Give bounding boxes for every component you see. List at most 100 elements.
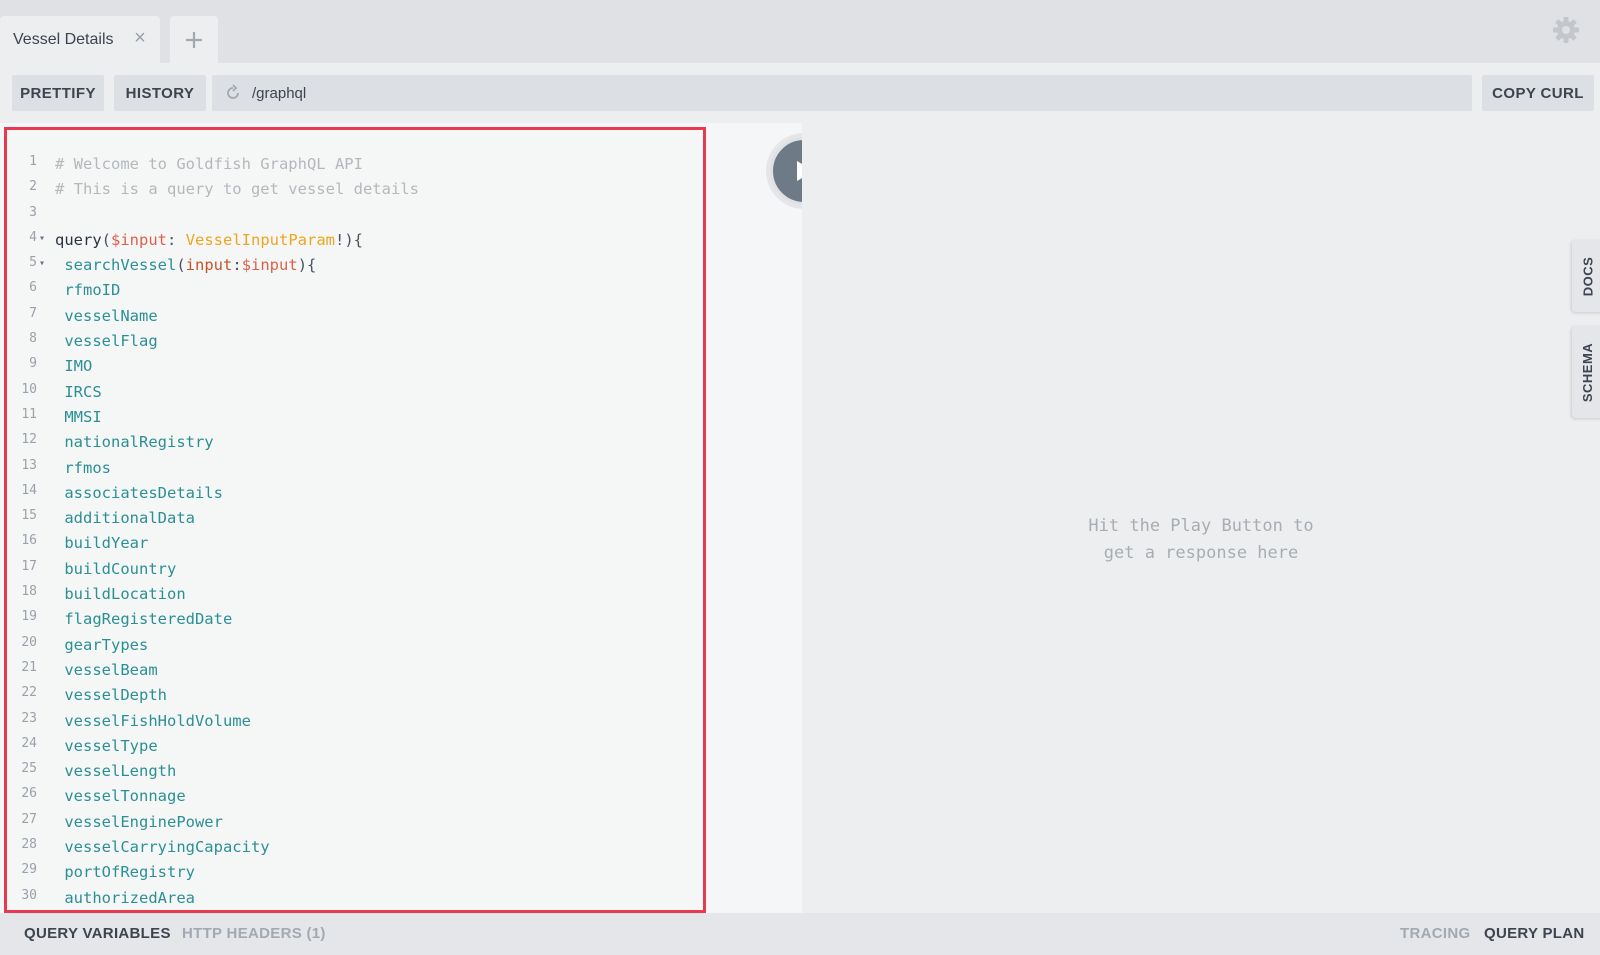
tab-title: Vessel Details [13, 30, 114, 48]
tracing-tab[interactable]: TRACING [1400, 925, 1470, 942]
line-number: 14 [21, 482, 37, 498]
line-number: 23 [21, 710, 37, 726]
code-line[interactable]: 16 buildYear [7, 531, 707, 556]
code-text: vesselLength [55, 762, 177, 781]
highlight-box: 1 # Welcome to Goldfish GraphQL API 2 # Thi… [4, 127, 706, 913]
line-number: 11 [21, 406, 37, 422]
settings-button[interactable] [1550, 14, 1582, 46]
line-number: 6 [29, 280, 37, 296]
code-line[interactable]: 10 IRCS [7, 380, 707, 405]
code-text: associatesDetails [55, 483, 223, 502]
line-number: 3 [29, 204, 37, 220]
line-number: 27 [21, 811, 37, 827]
query-plan-tab[interactable]: QUERY PLAN [1484, 925, 1585, 942]
query-variables-tab[interactable]: QUERY VARIABLES [24, 925, 171, 942]
code-text: query($input: VesselInputParam!){ [55, 230, 363, 249]
code-line[interactable]: 29 portOfRegistry [7, 860, 707, 885]
schema-tab[interactable]: SCHEMA [1572, 326, 1600, 418]
code-text: gearTypes [55, 635, 149, 654]
line-number: 8 [29, 331, 37, 347]
code-line[interactable]: 18 buildLocation [7, 582, 707, 607]
code-line[interactable]: 22 vesselDepth [7, 683, 707, 708]
code-text: buildYear [55, 534, 149, 553]
line-number: 29 [21, 862, 37, 878]
code-line[interactable]: 24 vesselType [7, 734, 707, 759]
query-editor-pane: 1 # Welcome to Goldfish GraphQL API 2 # Thi… [0, 123, 802, 913]
code-text: authorizedArea [55, 888, 195, 907]
docs-tab[interactable]: DOCS [1572, 240, 1600, 312]
code-text: vesselDepth [55, 686, 167, 705]
code-line[interactable]: 2 # This is a query to get vessel details [7, 177, 707, 202]
code-line[interactable]: 30 authorizedArea [7, 886, 707, 911]
code-line[interactable]: 25 vesselLength [7, 759, 707, 784]
line-number: 21 [21, 659, 37, 675]
http-headers-tab[interactable]: HTTP HEADERS (1) [182, 925, 326, 942]
line-number: 28 [21, 837, 37, 853]
code-line[interactable]: 27 vesselEnginePower [7, 810, 707, 835]
fold-arrow-icon[interactable]: ▾ [39, 251, 45, 276]
response-hint-line-1: Hit the Play Button to [1088, 516, 1314, 536]
code-line[interactable]: 4 ▾ query($input: VesselInputParam!){ [7, 228, 707, 253]
code-text: buildCountry [55, 559, 177, 578]
query-editor[interactable]: 1 # Welcome to Goldfish GraphQL API 2 # Thi… [7, 152, 707, 911]
code-text: nationalRegistry [55, 433, 214, 452]
code-text: vesselType [55, 736, 158, 755]
code-text: portOfRegistry [55, 863, 195, 882]
code-line[interactable]: 23 vesselFishHoldVolume [7, 709, 707, 734]
tab-vessel-details[interactable]: Vessel Details × [0, 16, 160, 63]
line-number: 17 [21, 558, 37, 574]
response-pane: Hit the Play Button to get a response he… [802, 123, 1600, 913]
endpoint-url: /graphql [252, 84, 307, 102]
bottom-bar: QUERY VARIABLES HTTP HEADERS (1) TRACING… [0, 913, 1600, 955]
code-line[interactable]: 15 additionalData [7, 506, 707, 531]
line-number: 13 [21, 457, 37, 473]
history-button[interactable]: HISTORY [114, 75, 206, 111]
line-number: 18 [21, 584, 37, 600]
code-line[interactable]: 14 associatesDetails [7, 481, 707, 506]
code-line[interactable]: 11 MMSI [7, 405, 707, 430]
code-line[interactable]: 8 vesselFlag [7, 329, 707, 354]
line-number: 4 [29, 229, 37, 245]
code-text: flagRegisteredDate [55, 610, 233, 629]
code-line[interactable]: 12 nationalRegistry [7, 430, 707, 455]
code-line[interactable]: 21 vesselBeam [7, 658, 707, 683]
line-number: 20 [21, 634, 37, 650]
code-line[interactable]: 3 [7, 203, 707, 228]
line-number: 22 [21, 685, 37, 701]
code-line[interactable]: 28 vesselCarryingCapacity [7, 835, 707, 860]
code-line[interactable]: 17 buildCountry [7, 557, 707, 582]
code-text: additionalData [55, 509, 195, 528]
code-line[interactable]: 6 rfmoID [7, 278, 707, 303]
reload-icon[interactable] [224, 84, 242, 102]
code-text: # This is a query to get vessel details [55, 180, 419, 199]
copy-curl-button[interactable]: COPY CURL [1482, 75, 1594, 111]
gear-icon [1553, 17, 1579, 43]
close-icon[interactable]: × [130, 28, 150, 48]
code-text: vesselFishHoldVolume [55, 711, 251, 730]
line-number: 10 [21, 381, 37, 397]
code-line[interactable]: 5 ▾ searchVessel(input:$input){ [7, 253, 707, 278]
line-number: 25 [21, 761, 37, 777]
code-text: IRCS [55, 382, 102, 401]
response-placeholder: Hit the Play Button to get a response he… [802, 513, 1600, 567]
code-line[interactable]: 13 rfmos [7, 456, 707, 481]
code-line[interactable]: 26 vesselTonnage [7, 784, 707, 809]
prettify-button[interactable]: PRETTIFY [12, 75, 104, 111]
endpoint-url-field[interactable]: /graphql [212, 75, 1472, 111]
fold-arrow-icon[interactable]: ▾ [39, 226, 45, 251]
add-tab-button[interactable] [170, 16, 218, 63]
code-text: rfmos [55, 458, 111, 477]
code-line[interactable]: 20 gearTypes [7, 633, 707, 658]
code-line[interactable]: 1 # Welcome to Goldfish GraphQL API [7, 152, 707, 177]
code-text: searchVessel(input:$input){ [64, 256, 317, 275]
response-hint-line-2: get a response here [1103, 543, 1299, 563]
code-text: # Welcome to Goldfish GraphQL API [55, 155, 363, 173]
line-number: 15 [21, 508, 37, 524]
code-text: vesselName [55, 306, 158, 325]
code-line[interactable]: 19 flagRegisteredDate [7, 607, 707, 632]
line-number: 5 [29, 255, 37, 271]
code-line[interactable]: 9 IMO [7, 354, 707, 379]
code-text: vesselEnginePower [55, 812, 223, 831]
code-line[interactable]: 7 vesselName [7, 304, 707, 329]
line-number: 30 [21, 887, 37, 903]
